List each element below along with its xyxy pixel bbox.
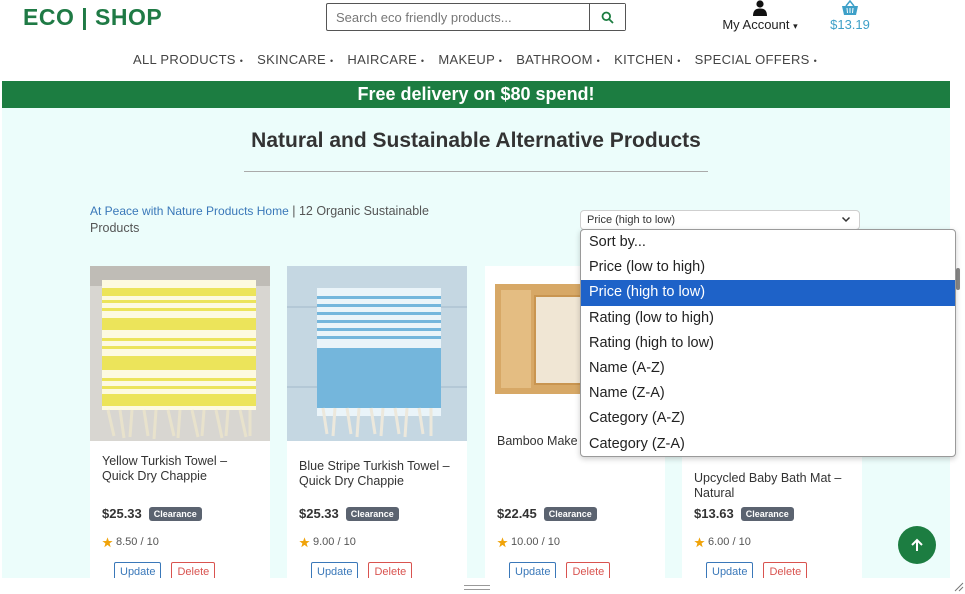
basket-icon [842,0,858,15]
product-card[interactable]: Blue Stripe Turkish Towel – Quick Dry Ch… [287,266,467,578]
nav-bathroom[interactable]: BATHROOM • [516,52,600,67]
clearance-badge[interactable]: Clearance [345,506,399,521]
main-nav: ALL PRODUCTS • SKINCARE • HAIRCARE • MAK… [0,52,950,67]
update-button[interactable]: Update [114,562,162,578]
star-icon [102,536,113,547]
delete-button[interactable]: Delete [763,562,808,578]
my-account-menu[interactable]: My Account ▾ [712,0,808,32]
sort-select[interactable]: Price (high to low) [580,210,860,230]
free-delivery-banner: Free delivery on $80 spend! [2,81,950,108]
breadcrumb: At Peace with Nature Products Home | 12 … [90,203,450,237]
sort-option-category-z-a[interactable]: Category (Z-A) [581,432,955,457]
product-price: $22.45 [497,506,537,521]
product-name[interactable]: Blue Stripe Turkish Towel – Quick Dry Ch… [299,459,459,489]
page-title: Natural and Sustainable Alternative Prod… [251,129,701,152]
nav-makeup[interactable]: MAKEUP • [438,52,502,67]
site-header: ECO | SHOP My Account ▾ [0,0,950,80]
arrow-up-icon [911,538,923,551]
user-icon [753,0,767,16]
site-logo[interactable]: ECO | SHOP [23,4,162,31]
resize-grip-icon[interactable] [464,585,490,590]
product-card[interactable]: Yellow Turkish Towel – Quick Dry Chappie… [90,266,270,578]
product-image[interactable] [90,266,270,441]
product-rating: 10.00 / 10 [511,536,560,548]
clearance-badge[interactable]: Clearance [740,506,794,521]
clearance-badge[interactable]: Clearance [148,506,202,521]
delete-button[interactable]: Delete [566,562,611,578]
sort-option-category-a-z[interactable]: Category (A-Z) [581,406,955,431]
product-price: $25.33 [299,506,339,521]
sort-option-name-z-a[interactable]: Name (Z-A) [581,381,955,406]
star-icon [694,536,705,547]
product-price: $13.63 [694,506,734,521]
nav-skincare[interactable]: SKINCARE • [257,52,333,67]
chevron-down-icon [841,216,851,223]
delete-button[interactable]: Delete [368,562,413,578]
star-icon [299,536,310,547]
cart-button[interactable]: $13.19 [828,0,872,32]
sort-option-rating-high-low[interactable]: Rating (high to low) [581,331,955,356]
star-icon [497,536,508,547]
sort-option-default[interactable]: Sort by... [581,230,955,255]
sort-dropdown-list: Sort by... Price (low to high) Price (hi… [580,229,956,457]
sort-option-rating-low-high[interactable]: Rating (low to high) [581,306,955,331]
nav-all-products[interactable]: ALL PRODUCTS • [133,52,243,67]
chevron-down-icon: ▾ [793,21,798,31]
search-input[interactable] [327,4,589,30]
update-button[interactable]: Update [311,562,359,578]
update-button[interactable]: Update [706,562,754,578]
search-form [326,3,626,31]
clearance-badge[interactable]: Clearance [543,506,597,521]
breadcrumb-home-link[interactable]: At Peace with Nature Products Home [90,204,289,218]
product-rating: 9.00 / 10 [313,536,356,548]
scroll-to-top-button[interactable] [898,526,936,564]
product-name[interactable]: Upcycled Baby Bath Mat – Natural [694,471,854,501]
title-divider [244,171,708,172]
scrollbar-thumb[interactable] [956,268,960,290]
product-image[interactable] [287,266,467,441]
search-icon [601,11,614,24]
my-account-label: My Account [722,17,790,32]
sort-option-name-a-z[interactable]: Name (A-Z) [581,356,955,381]
product-name[interactable]: Yellow Turkish Towel – Quick Dry Chappie [102,454,262,484]
window-resize-icon[interactable] [952,580,964,592]
sort-selected-value: Price (high to low) [587,214,676,226]
product-rating: 8.50 / 10 [116,536,159,548]
search-button[interactable] [589,4,625,30]
delete-button[interactable]: Delete [171,562,216,578]
nav-kitchen[interactable]: KITCHEN • [614,52,681,67]
update-button[interactable]: Update [509,562,557,578]
product-rating: 6.00 / 10 [708,536,751,548]
nav-haircare[interactable]: HAIRCARE • [347,52,424,67]
cart-total: $13.19 [830,17,870,32]
sort-option-price-high-low[interactable]: Price (high to low) [581,280,955,306]
sort-option-price-low-high[interactable]: Price (low to high) [581,255,955,280]
nav-special-offers[interactable]: SPECIAL OFFERS • [695,52,817,67]
product-price: $25.33 [102,506,142,521]
